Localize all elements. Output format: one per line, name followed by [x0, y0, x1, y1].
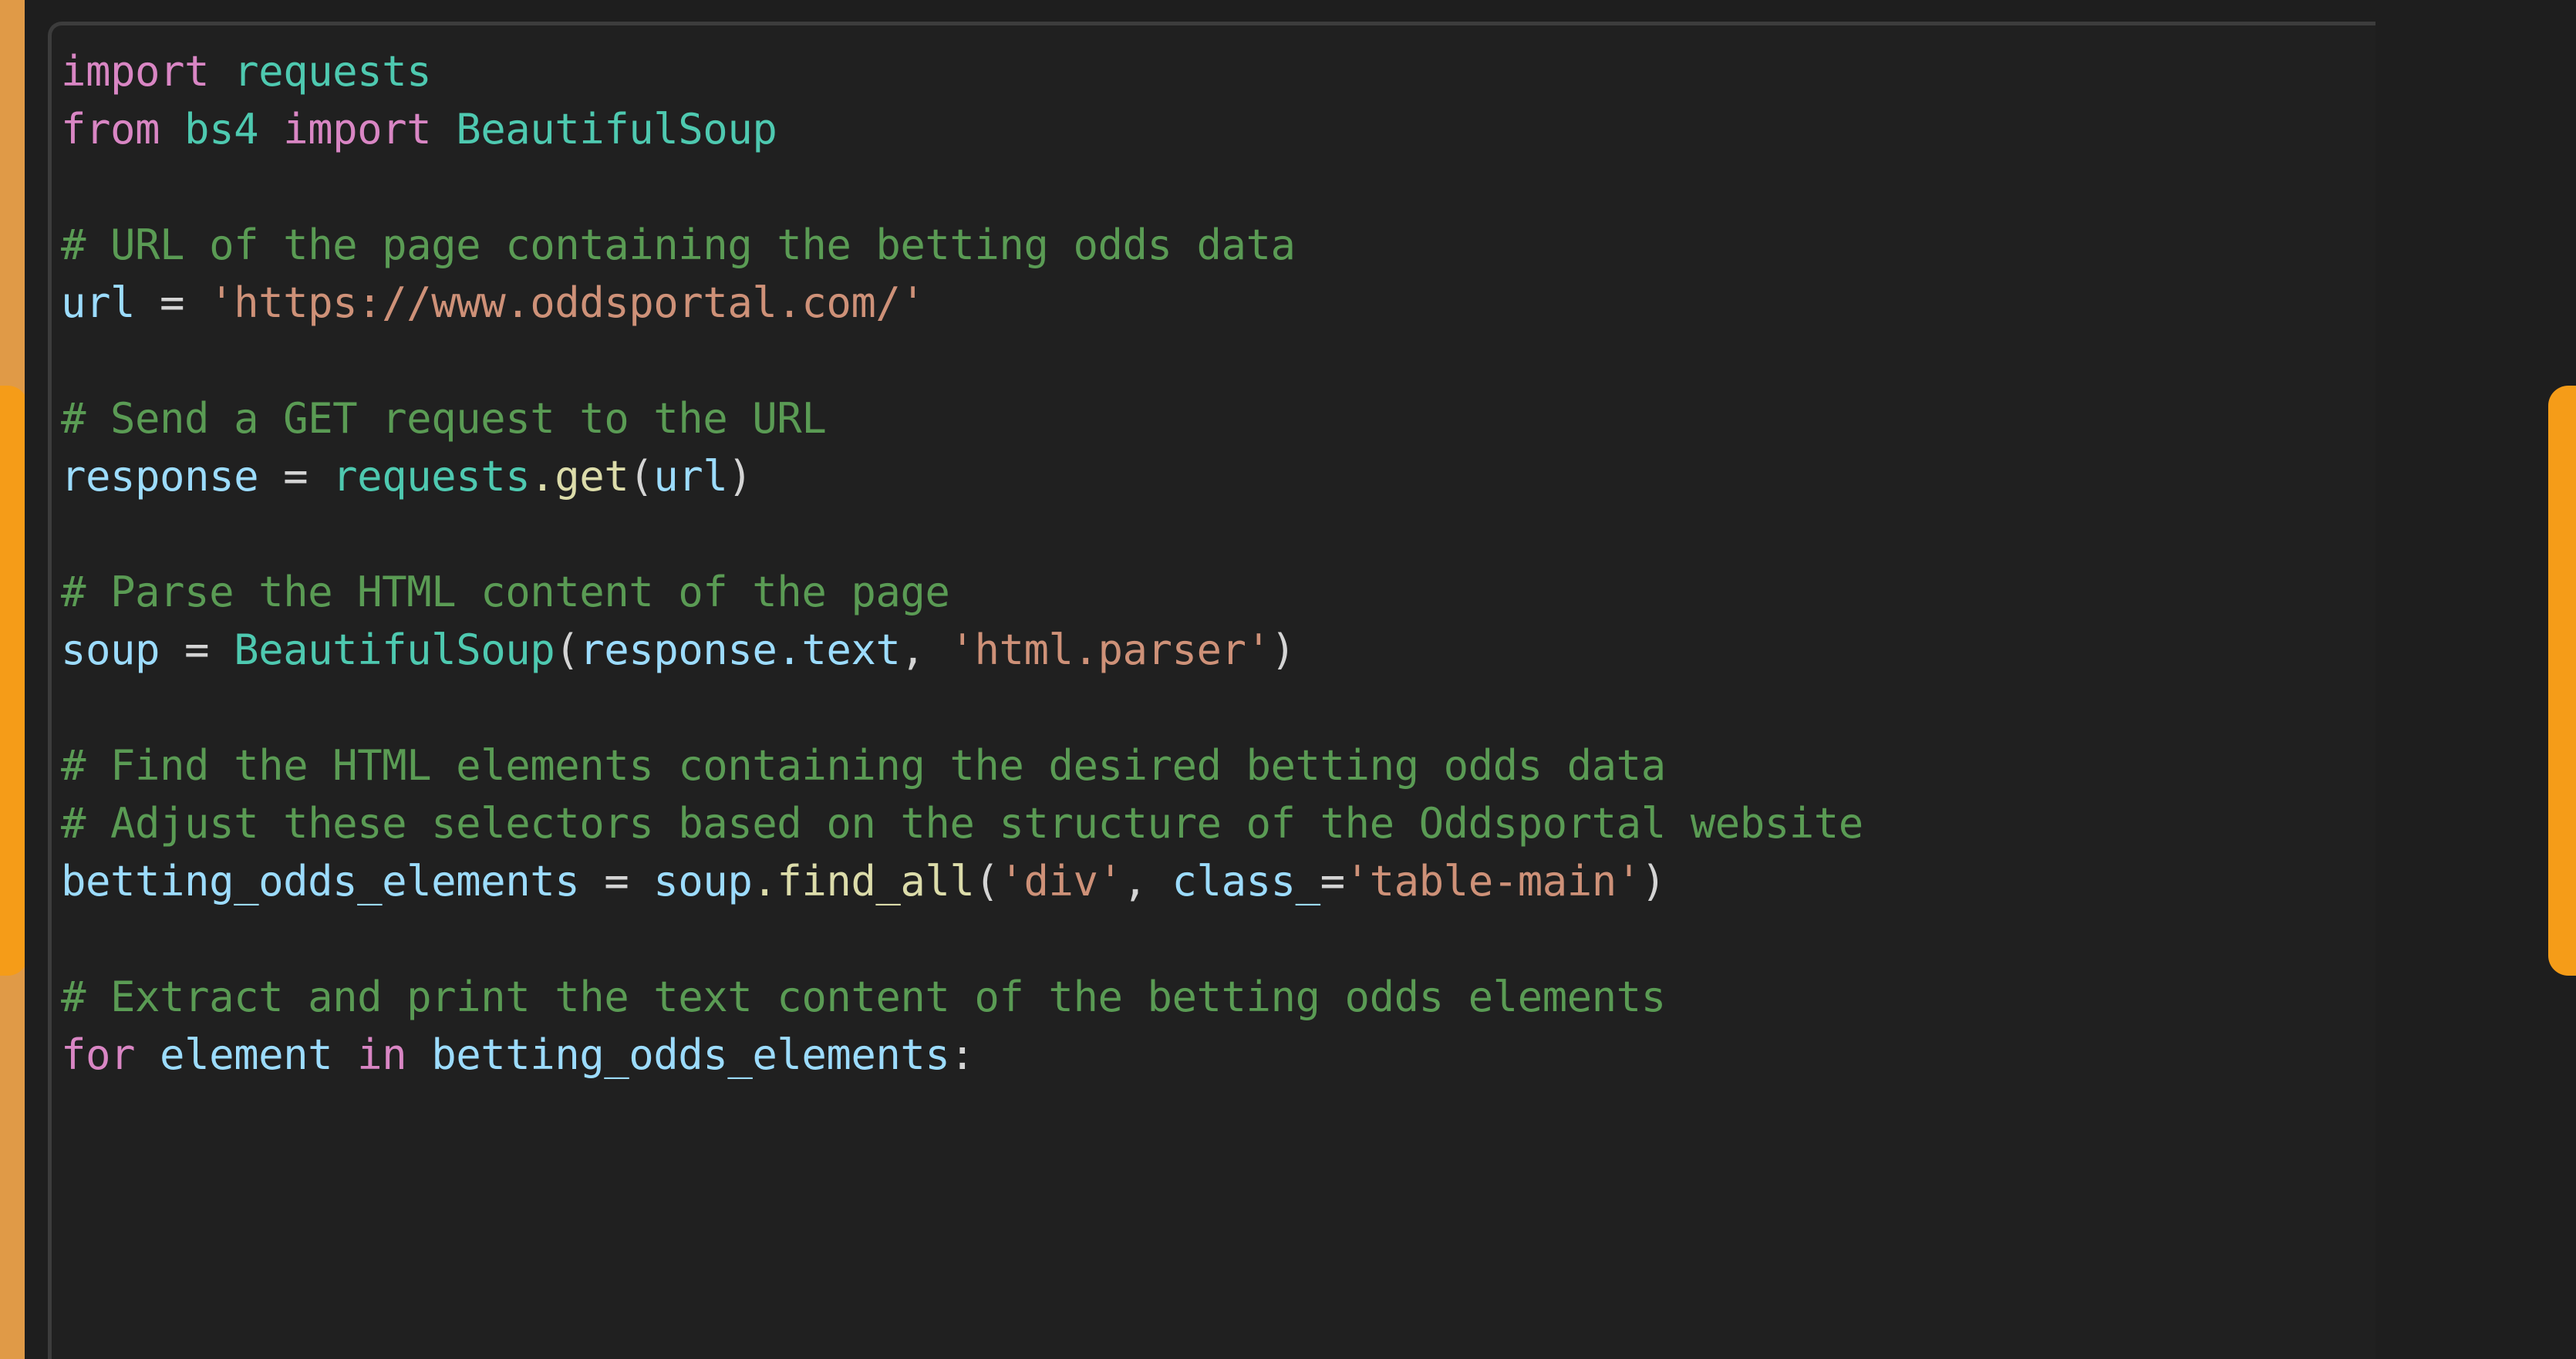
comment-url-description: # URL of the page containing the betting… [61, 221, 1296, 269]
operator-assign-1: = [135, 278, 210, 327]
code-body: import requests from bs4 import Beautifu… [52, 25, 2375, 1084]
function-get: .get [530, 452, 629, 501]
left-gutter [25, 0, 48, 1359]
comment-adjust-selectors: # Adjust these selectors based on the st… [61, 799, 1863, 848]
variable-url: url [61, 278, 136, 327]
comment-find-elements: # Find the HTML elements containing the … [61, 741, 1666, 790]
scrollbar-thumb-right[interactable] [2548, 386, 2576, 976]
keyword-for: for [61, 1030, 136, 1079]
argument-response: response [579, 626, 777, 674]
string-html-parser: 'html.parser' [949, 626, 1271, 674]
comment-extract-print: # Extract and print the text content of … [61, 973, 1666, 1021]
string-url-value: 'https://www.oddsportal.com/' [209, 278, 926, 327]
paren-close-3: ) [1640, 857, 1667, 905]
keyword-in: in [357, 1030, 407, 1079]
module-requests-call: requests [332, 452, 531, 501]
string-div: 'div' [999, 857, 1123, 905]
paren-open-1: ( [629, 452, 654, 501]
comma-2: , [1122, 857, 1172, 905]
keyword-import: import [61, 47, 210, 96]
operator-assign-3: = [160, 626, 234, 674]
variable-response: response [61, 452, 259, 501]
paren-open-3: ( [974, 857, 1000, 905]
keyword-import-2: import [283, 105, 432, 153]
paren-close-2: ) [1270, 626, 1296, 674]
loop-iterable: betting_odds_elements [406, 1030, 950, 1079]
argument-url: url [653, 452, 728, 501]
module-beautifulsoup: BeautifulSoup [431, 105, 777, 153]
kwarg-class: class_ [1172, 857, 1321, 905]
attribute-text: .text [777, 626, 901, 674]
code-viewer: import requests from bs4 import Beautifu… [0, 0, 2576, 1359]
comment-send-request: # Send a GET request to the URL [61, 394, 827, 443]
loop-variable-element: element [135, 1030, 358, 1079]
object-soup: soup [653, 857, 753, 905]
colon-1: : [949, 1030, 975, 1079]
python-code-block[interactable]: import requests from bs4 import Beautifu… [61, 42, 2375, 1084]
operator-assign-5: = [1320, 857, 1346, 905]
keyword-from: from [61, 105, 160, 153]
variable-soup: soup [61, 626, 160, 674]
operator-assign-4: = [579, 857, 654, 905]
code-panel[interactable]: import requests from bs4 import Beautifu… [48, 22, 2375, 1359]
paren-close-1: ) [727, 452, 753, 501]
operator-assign-2: = [258, 452, 333, 501]
comma-1: , [900, 626, 950, 674]
comment-parse-html: # Parse the HTML content of the page [61, 568, 950, 616]
variable-betting-odds-elements: betting_odds_elements [61, 857, 580, 905]
constructor-beautifulsoup: BeautifulSoup [234, 626, 555, 674]
scrollbar-thumb-left[interactable] [0, 386, 28, 976]
string-table-main: 'table-main' [1344, 857, 1642, 905]
module-bs4: bs4 [160, 105, 284, 153]
paren-open-2: ( [555, 626, 580, 674]
module-requests: requests [209, 47, 432, 96]
function-find-all: .find_all [752, 857, 975, 905]
